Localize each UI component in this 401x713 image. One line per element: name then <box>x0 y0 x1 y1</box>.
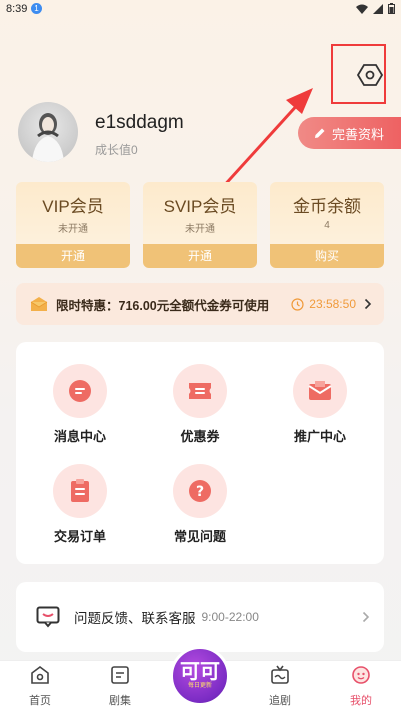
tab-label: 我的 <box>350 695 372 707</box>
grid-label: 消息中心 <box>53 429 106 444</box>
card-title: 金币余额 <box>293 197 361 216</box>
grid-item-message-center[interactable]: 消息中心 <box>20 364 140 445</box>
vip-open-button[interactable]: 开通 <box>16 244 130 268</box>
grid-item-promotion-center[interactable]: 推广中心 <box>260 364 380 445</box>
card-status: 未开通 <box>58 224 88 235</box>
card-title: SVIP会员 <box>163 197 237 216</box>
svip-open-button[interactable]: 开通 <box>143 244 257 268</box>
card-status: 未开通 <box>185 224 215 235</box>
pencil-icon <box>315 128 325 138</box>
grid-item-coupons[interactable]: 优惠券 <box>140 364 260 445</box>
edit-profile-label: 完善资料 <box>332 126 385 142</box>
envelope-icon <box>30 297 48 311</box>
svg-text:?: ? <box>196 484 204 500</box>
grid-item-faq[interactable]: ? 常见问题 <box>140 464 260 545</box>
buy-coins-button[interactable]: 购买 <box>270 244 384 268</box>
promo-banner[interactable]: 限时特惠：716.00元全额代金券可使用 23:58:50 <box>16 283 384 325</box>
notification-badge: 1 <box>31 3 42 14</box>
status-icons <box>356 3 395 14</box>
clock-icon <box>291 297 304 311</box>
tv-icon <box>271 665 289 684</box>
chevron-right-icon <box>364 298 372 310</box>
tab-label: 追剧 <box>269 695 291 707</box>
status-time: 8:39 <box>6 3 28 15</box>
wifi-icon <box>356 4 368 14</box>
order-icon <box>53 464 107 518</box>
function-grid: 消息中心 优惠券 推广中心 交易订单 ? 常见问题 <box>16 342 384 564</box>
grid-label: 常见问题 <box>173 529 226 544</box>
tab-label: 剧集 <box>109 695 131 707</box>
profile-icon <box>352 666 370 684</box>
feedback-hours: 9:00-22:00 <box>201 610 259 624</box>
list-icon <box>111 666 129 684</box>
coin-balance-value: 4 <box>324 220 330 231</box>
avatar-figure-icon <box>32 113 64 162</box>
tab-home[interactable]: 首页 <box>10 665 70 708</box>
coupon-icon <box>173 364 227 418</box>
promo-countdown: 23:58:50 <box>291 297 356 311</box>
mail-icon <box>293 364 347 418</box>
countdown-value: 23:58:50 <box>309 297 356 311</box>
question-icon: ? <box>173 464 227 518</box>
chat-icon <box>36 606 60 628</box>
feedback-row[interactable]: 问题反馈、联系客服 9:00-22:00 <box>16 582 384 652</box>
grid-label: 交易订单 <box>53 529 106 544</box>
battery-icon <box>388 3 395 14</box>
annotation-highlight-box <box>331 44 386 104</box>
grid-item-orders[interactable]: 交易订单 <box>20 464 140 545</box>
coin-balance-card[interactable]: 金币余额 4 购买 <box>270 182 384 268</box>
promo-text: 限时特惠：716.00元全额代金券可使用 <box>56 298 270 313</box>
status-bar: 8:39 1 <box>0 0 401 20</box>
tab-series[interactable]: 剧集 <box>90 665 150 708</box>
growth-value: 成长值0 <box>95 143 138 157</box>
grid-label: 推广中心 <box>293 429 346 444</box>
signal-icon <box>373 3 383 14</box>
vip-card[interactable]: VIP会员 未开通 开通 <box>16 182 130 268</box>
home-icon <box>31 666 49 684</box>
edit-profile-button[interactable]: 完善资料 <box>298 117 401 149</box>
center-logo-button[interactable]: 可可 每日更新 <box>170 646 230 706</box>
feedback-text: 问题反馈、联系客服 <box>74 611 196 626</box>
avatar[interactable] <box>18 102 78 162</box>
tab-label: 首页 <box>29 695 51 707</box>
grid-label: 优惠券 <box>180 429 220 444</box>
card-title: VIP会员 <box>42 197 104 216</box>
center-logo-title: 可可 <box>180 661 220 683</box>
svip-card[interactable]: SVIP会员 未开通 开通 <box>143 182 257 268</box>
tab-following[interactable]: 追剧 <box>250 665 310 708</box>
center-logo-subtitle: 每日更新 <box>187 683 212 689</box>
membership-cards: VIP会员 未开通 开通 SVIP会员 未开通 开通 金币余额 4 购买 <box>16 182 384 268</box>
message-icon <box>53 364 107 418</box>
chevron-right-icon <box>362 611 370 623</box>
tab-mine[interactable]: 我的 <box>331 665 391 708</box>
username: e1sddagm <box>95 112 184 133</box>
